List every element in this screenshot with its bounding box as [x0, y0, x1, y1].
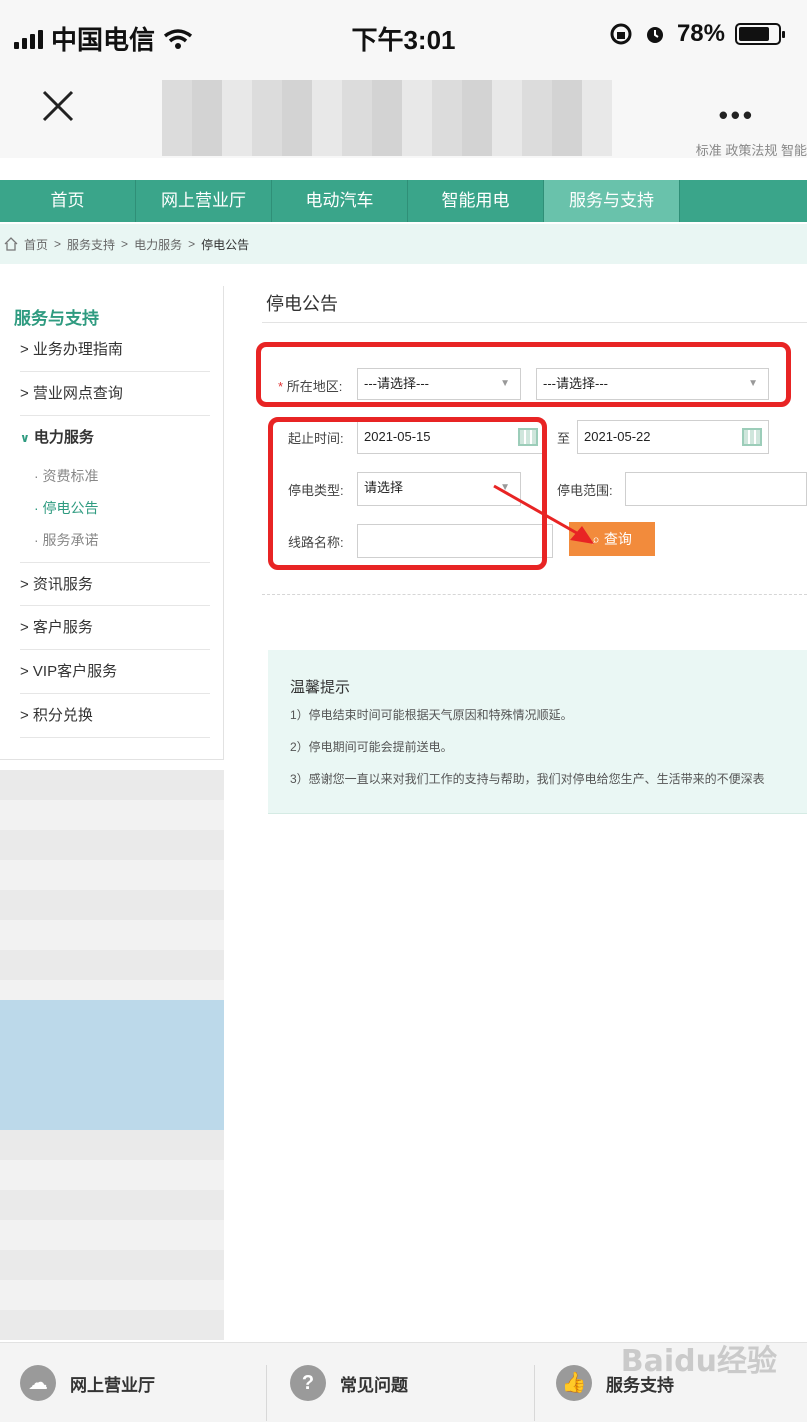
sidebar-item-vip[interactable]: > VIP客户服务: [20, 650, 210, 694]
dashed-divider: [262, 594, 807, 595]
top-links[interactable]: 标准 政策法规 智能: [696, 140, 807, 159]
chevron-right-icon: >: [188, 237, 196, 251]
divider: [262, 322, 807, 323]
rotation-lock-icon: [610, 23, 632, 45]
sidebar-item-customer[interactable]: > 客户服务: [20, 606, 210, 650]
bottom-online-hall[interactable]: ☁ 网上营业厅: [20, 1343, 155, 1422]
nav-smart-power[interactable]: 智能用电: [408, 180, 544, 222]
chevron-right-icon: >: [54, 237, 62, 251]
divider: [266, 1365, 267, 1421]
end-date-input[interactable]: 2021-05-22: [577, 420, 769, 454]
battery-percent: 78%: [676, 20, 725, 47]
sidebar: 服务与支持 > 业务办理指南 > 营业网点查询 ∨ 电力服务 · 资费标准 · …: [0, 286, 224, 760]
tip-1: 1）停电结束时间可能根据天气原因和特殊情况顺延。: [290, 708, 573, 722]
home-icon: [4, 237, 18, 251]
alarm-icon: [646, 27, 663, 43]
query-button-label: 查询: [603, 531, 632, 547]
close-icon[interactable]: [38, 86, 78, 126]
nav-ev[interactable]: 电动汽车: [272, 180, 408, 222]
tips-panel: 温馨提示 1）停电结束时间可能根据天气原因和特殊情况顺延。 2）停电期间可能会提…: [268, 650, 807, 814]
sidebar-item-guide[interactable]: > 业务办理指南: [20, 328, 210, 372]
nav-home[interactable]: 首页: [0, 180, 136, 222]
battery-icon: [735, 23, 785, 45]
sidebar-item-outlets[interactable]: > 营业网点查询: [20, 372, 210, 416]
date-value: 2021-05-22: [584, 429, 651, 444]
sidebar-item-power-service[interactable]: ∨ 电力服务: [20, 416, 210, 460]
main-nav: 首页 网上营业厅 电动汽车 智能用电 服务与支持: [0, 180, 807, 222]
chevron-down-icon: ∨: [20, 431, 30, 445]
annotation-region-box: [256, 342, 791, 407]
sidebar-item-label: 电力服务: [33, 429, 94, 446]
tip-3: 3）感谢您一直以来对我们工作的支持与帮助，我们对停电给您生产、生活带来的不便深表: [290, 772, 765, 786]
tips-title: 温馨提示: [290, 679, 351, 696]
to-label: 至: [557, 431, 571, 446]
browser-titlebar: •••: [0, 72, 807, 158]
sidebar-sub-tariff[interactable]: · 资费标准: [34, 466, 99, 486]
outage-range-input[interactable]: [625, 472, 807, 506]
nav-service-support[interactable]: 服务与支持: [544, 180, 680, 222]
sidebar-sub-commitment[interactable]: · 服务承诺: [34, 530, 99, 550]
calendar-icon[interactable]: [742, 428, 762, 446]
breadcrumb: 首页 > 服务支持 > 电力服务 > 停电公告: [0, 224, 807, 264]
breadcrumb-power[interactable]: 电力服务: [134, 236, 182, 253]
question-icon: ?: [290, 1365, 326, 1401]
nav-online-hall[interactable]: 网上营业厅: [136, 180, 272, 222]
status-bar: 中国电信 下午3:01 78%: [0, 0, 807, 72]
tip-2: 2）停电期间可能会提前送电。: [290, 740, 453, 754]
sidebar-item-points[interactable]: > 积分兑换: [20, 694, 210, 738]
more-options-icon[interactable]: •••: [719, 100, 755, 131]
divider: [534, 1365, 535, 1421]
annotation-arrow: [493, 484, 594, 544]
blurred-image: [0, 770, 224, 1340]
breadcrumb-current: 停电公告: [201, 237, 250, 252]
thumbs-up-icon: 👍: [556, 1365, 592, 1401]
bottom-label: 网上营业厅: [70, 1375, 155, 1395]
bottom-label: 常见问题: [340, 1375, 408, 1395]
breadcrumb-home[interactable]: 首页: [24, 236, 48, 253]
breadcrumb-service[interactable]: 服务支持: [67, 236, 115, 253]
chevron-right-icon: >: [121, 237, 129, 251]
sidebar-sub-outage[interactable]: · 停电公告: [34, 498, 99, 518]
sidebar-item-news[interactable]: > 资讯服务: [20, 562, 210, 606]
bottom-faq[interactable]: ? 常见问题: [290, 1343, 408, 1422]
blurred-title: [162, 80, 612, 156]
page-title: 停电公告: [266, 294, 338, 314]
watermark: Baidu经验: [620, 1344, 777, 1379]
sidebar-title: 服务与支持: [14, 309, 99, 328]
cloud-icon: ☁: [20, 1365, 56, 1401]
status-right: 78%: [609, 20, 785, 48]
